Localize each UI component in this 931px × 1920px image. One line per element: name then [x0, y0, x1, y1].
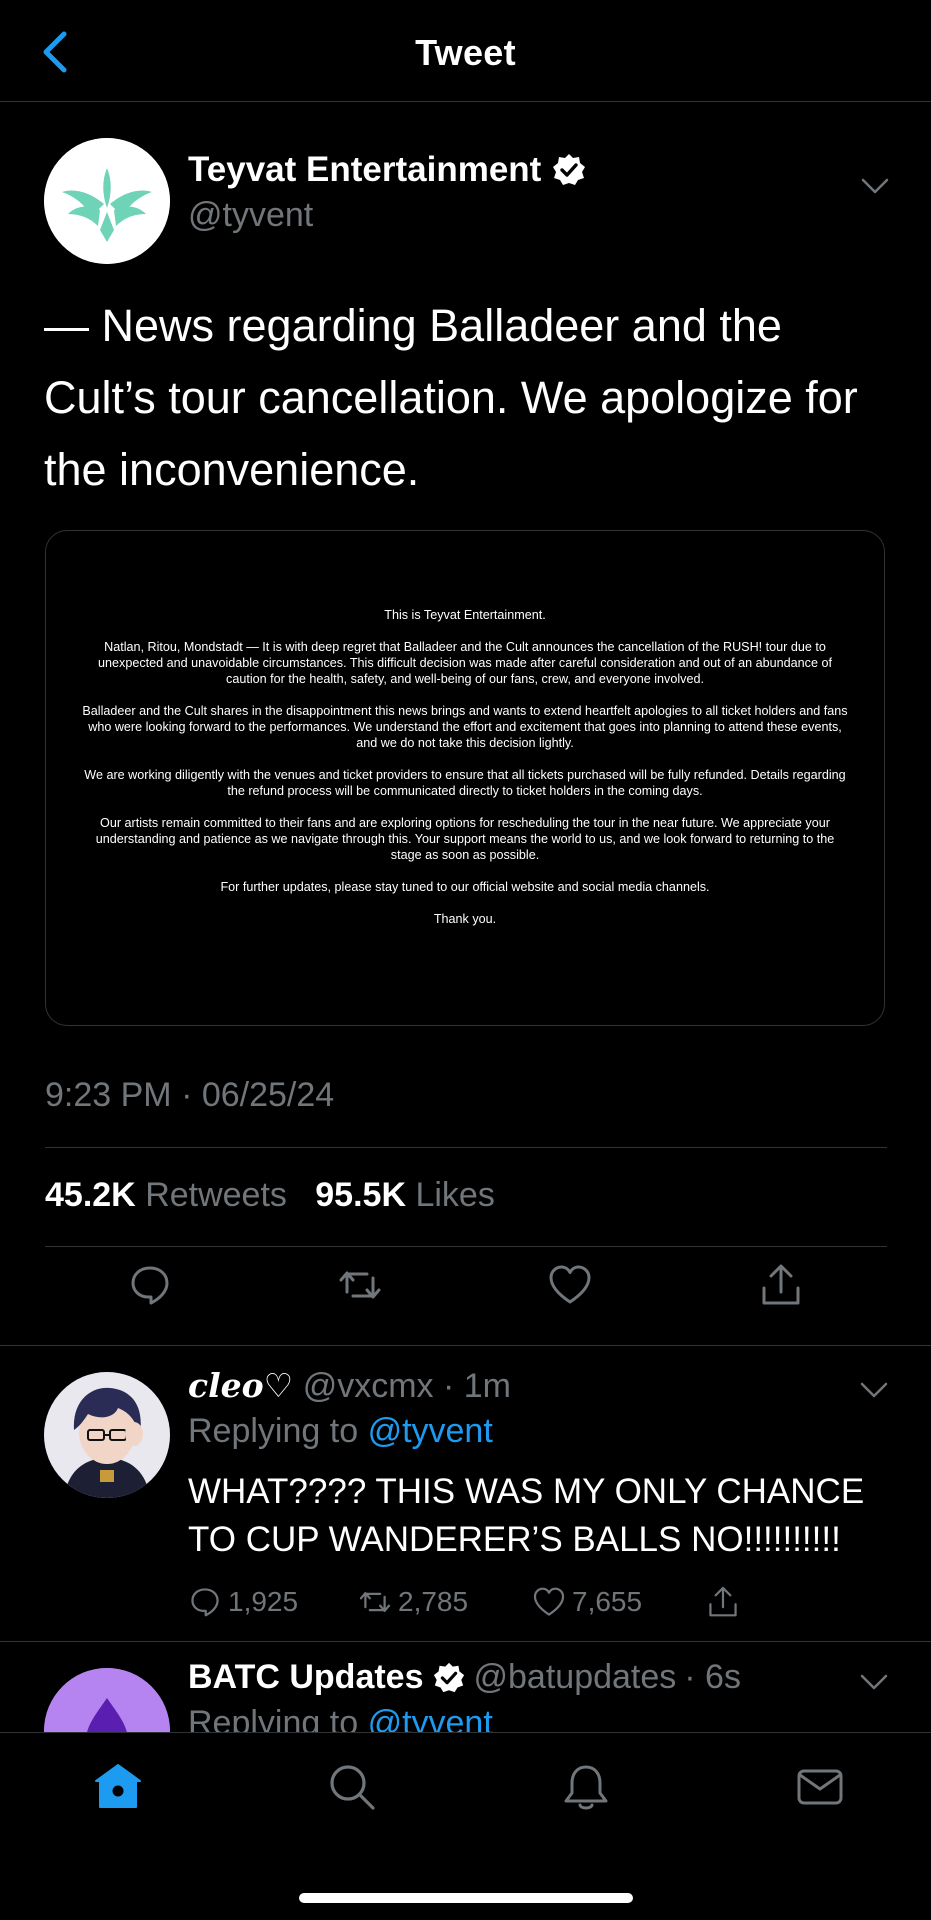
- retweet-icon[interactable]: [337, 1262, 383, 1308]
- search-icon[interactable]: [326, 1761, 378, 1813]
- retweet-count: 2,785: [398, 1586, 469, 1617]
- tweet-stats: 45.2K Retweets 95.5K Likes: [45, 1176, 495, 1215]
- reply-actions: 1,925 2,785 7,655: [188, 1582, 740, 1622]
- like-heart-icon[interactable]: [547, 1262, 593, 1308]
- reply-count: 1,925: [228, 1586, 299, 1617]
- likes-label[interactable]: Likes: [415, 1176, 494, 1214]
- reply-share-button[interactable]: [706, 1585, 740, 1619]
- chevron-down-icon[interactable]: [859, 1672, 889, 1692]
- tweet-text: — News regarding Balladeer and the Cult’…: [44, 300, 858, 495]
- tweet-timestamp: 9:23 PM · 06/25/24: [45, 1076, 335, 1114]
- divider: [45, 1246, 887, 1247]
- like-heart-icon: [533, 1587, 565, 1616]
- notice-paragraph: Thank you.: [433, 912, 497, 926]
- home-icon[interactable]: [92, 1761, 144, 1813]
- replying-to-handle[interactable]: @tyvent: [368, 1412, 493, 1450]
- retweet-icon: [359, 1592, 391, 1612]
- author-handle[interactable]: @tyvent: [188, 196, 313, 235]
- chevron-down-icon[interactable]: [859, 1380, 889, 1400]
- retweets-label[interactable]: Retweets: [145, 1176, 287, 1214]
- batc-logo-icon: [44, 1668, 170, 1732]
- notice-paragraph: For further updates, please stay tuned t…: [220, 880, 710, 894]
- author-name-row: Teyvat Entertainment: [188, 150, 587, 190]
- retweets-count[interactable]: 45.2K: [45, 1176, 136, 1214]
- verified-badge-icon: [553, 154, 586, 185]
- reply-avatar[interactable]: [44, 1668, 170, 1732]
- home-indicator[interactable]: [299, 1893, 633, 1903]
- reply-author-handle[interactable]: @batupdates: [474, 1658, 677, 1697]
- messages-envelope-icon[interactable]: [794, 1761, 846, 1813]
- chevron-down-icon[interactable]: [860, 176, 890, 196]
- verified-badge-icon: [433, 1662, 464, 1692]
- reply-item[interactable]: cleo♡ @vxcmx · 1m Replying to @tyvent WH…: [0, 1346, 931, 1641]
- reply-author-name[interactable]: cleo♡: [188, 1366, 293, 1405]
- notice-paragraph: We are working diligently with the venue…: [84, 768, 846, 798]
- replying-to-line: Replying to @tyvent: [188, 1412, 493, 1451]
- notice-paragraph: Our artists remain committed to their fa…: [95, 816, 835, 862]
- reply-icon[interactable]: [127, 1262, 173, 1308]
- reply-avatar[interactable]: [44, 1372, 170, 1498]
- top-bar: Tweet: [0, 0, 931, 102]
- replying-to-line: Replying to @tyvent: [188, 1704, 493, 1732]
- bottom-tab-bar: [0, 1732, 931, 1920]
- tweet-author: Teyvat Entertainment @tyvent: [44, 128, 890, 264]
- reply-time: · 1m: [442, 1367, 511, 1405]
- likes-count[interactable]: 95.5K: [315, 1176, 406, 1214]
- reply-like-button[interactable]: 7,655: [532, 1585, 706, 1619]
- reply-header: cleo♡ @vxcmx · 1m: [188, 1366, 511, 1406]
- reply-author-name[interactable]: BATC Updates: [188, 1658, 424, 1697]
- share-icon[interactable]: [758, 1262, 804, 1308]
- author-name[interactable]: Teyvat Entertainment: [188, 150, 541, 190]
- reply-item[interactable]: BATC Updates @batupdates · 6s Replying t…: [0, 1642, 931, 1732]
- notifications-bell-icon[interactable]: [560, 1761, 612, 1813]
- like-count: 7,655: [572, 1586, 643, 1617]
- reply-retweet-button[interactable]: 2,785: [358, 1585, 532, 1619]
- notice-paragraph: Balladeer and the Cult shares in the dis…: [82, 704, 848, 750]
- divider: [45, 1147, 887, 1148]
- tweet-image-notice[interactable]: This is Teyvat Entertainment. Natlan, Ri…: [45, 530, 885, 1026]
- replying-to-label: Replying to: [188, 1704, 359, 1732]
- anime-avatar-icon: [44, 1372, 170, 1498]
- teyvat-logo-icon: [44, 138, 170, 264]
- replying-to-label: Replying to: [188, 1412, 359, 1450]
- reply-header: BATC Updates @batupdates · 6s: [188, 1658, 741, 1697]
- page-title: Tweet: [415, 32, 516, 73]
- reply-icon: [191, 1588, 219, 1617]
- share-icon: [709, 1586, 737, 1617]
- tweet-actions: [0, 1262, 931, 1322]
- author-avatar[interactable]: [44, 138, 170, 264]
- reply-text: WHAT???? THIS WAS MY ONLY CHANCE TO CUP …: [188, 1472, 865, 1559]
- reply-author-handle[interactable]: @vxcmx: [303, 1367, 434, 1405]
- reply-time: · 6s: [684, 1658, 741, 1696]
- notice-paragraph: This is Teyvat Entertainment.: [384, 608, 546, 622]
- notice-paragraph: Natlan, Ritou, Mondstadt — It is with de…: [98, 640, 832, 686]
- reply-reply-button[interactable]: 1,925: [188, 1585, 358, 1619]
- replying-to-handle[interactable]: @tyvent: [368, 1704, 493, 1732]
